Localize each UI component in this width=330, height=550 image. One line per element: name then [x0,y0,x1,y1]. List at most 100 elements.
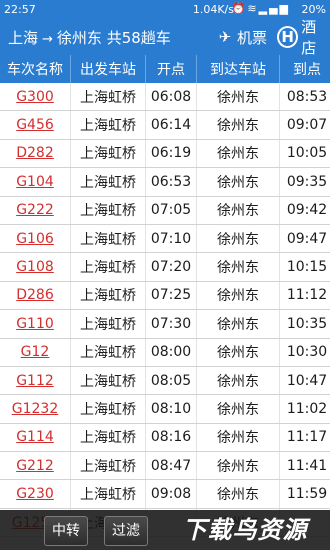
table-row[interactable]: G212 上海虹桥 08:47 徐州东 11:41 [0,451,330,481]
train-number[interactable]: G114 [0,423,71,453]
flight-label: 机票 [237,28,268,47]
arrival-time: 09:42 [279,196,330,225]
transfer-button[interactable]: 中转 [44,516,88,546]
arrival-time: 11:17 [279,423,330,453]
departure-station: 上海虹桥 [70,110,146,140]
departure-time: 06:14 [145,110,197,140]
departure-time: 07:20 [145,252,197,282]
departure-time: 06:08 [145,83,197,112]
departure-time: 08:47 [145,451,197,481]
train-number[interactable]: G230 [0,479,71,509]
arrival-station: 徐州东 [196,252,280,282]
train-number[interactable]: G222 [0,196,71,225]
departure-time: 07:10 [145,224,197,254]
arrival-time: 11:41 [279,451,330,481]
col-arrival-time[interactable]: 到点 [279,55,330,83]
train-number[interactable]: D282 [0,139,71,169]
table-row[interactable]: G456 上海虹桥 06:14 徐州东 09:07 [0,110,330,140]
train-number[interactable]: G110 [0,309,71,339]
train-number[interactable]: G104 [0,167,71,197]
arrival-time: 11:12 [279,281,330,311]
departure-station: 上海虹桥 [70,167,146,197]
signal-icon: ▂▄▆ [258,2,290,15]
train-number[interactable]: G456 [0,110,71,140]
departure-station: 上海虹桥 [70,139,146,169]
hotel-label: 酒店 [301,18,317,57]
arrival-time: 08:53 [279,83,330,112]
departure-time: 08:00 [145,338,197,367]
flight-button[interactable]: ✈ 机票 [216,26,267,48]
table-row[interactable]: G112 上海虹桥 08:05 徐州东 10:47 [0,366,330,396]
arrival-station: 徐州东 [196,281,280,311]
train-number[interactable]: G212 [0,451,71,481]
departure-station: 上海虹桥 [70,338,146,367]
table-row[interactable]: G106 上海虹桥 07:10 徐州东 09:47 [0,224,330,254]
arrival-station: 徐州东 [196,196,280,225]
table-row[interactable]: D282 上海虹桥 06:19 徐州东 10:05 [0,139,330,169]
train-number[interactable]: G12 [0,338,71,367]
departure-time: 06:19 [145,139,197,169]
arrival-station: 徐州东 [196,338,280,367]
departure-station: 上海虹桥 [70,252,146,282]
arrival-time: 10:30 [279,338,330,367]
hotel-button[interactable]: H 酒店 [277,18,330,57]
table-body: G300 上海虹桥 06:08 徐州东 08:53 G456 上海虹桥 06:14 徐州东 09:… [0,83,330,538]
col-arrival-station[interactable]: 到达车站 [196,55,280,83]
col-departure-station[interactable]: 出发车站 [70,55,146,83]
table-header-row: 车次名称 出发车站 开点 到达车站 到点 [0,55,330,83]
train-number[interactable]: G1232 [0,394,71,424]
col-train-name[interactable]: 车次名称 [0,55,71,83]
table-row[interactable]: G110 上海虹桥 07:30 徐州东 10:35 [0,309,330,339]
table-row[interactable]: D286 上海虹桥 07:25 徐州东 11:12 [0,281,330,311]
arrival-station: 徐州东 [196,139,280,169]
departure-time: 08:16 [145,423,197,453]
table-row[interactable]: G222 上海虹桥 07:05 徐州东 09:42 [0,196,330,225]
route-from: 上海 [8,29,39,47]
departure-time: 09:08 [145,479,197,509]
airplane-icon: ✈ [218,28,232,46]
table-row[interactable]: G12 上海虹桥 08:00 徐州东 10:30 [0,338,330,367]
watermark-logo: 下载鸟资源 [182,516,308,544]
table-row[interactable]: G300 上海虹桥 06:08 徐州东 08:53 [0,83,330,112]
route-to: 徐州东 [56,29,102,47]
arrival-time: 10:05 [279,139,330,169]
col-departure-time[interactable]: 开点 [145,55,197,83]
table-row[interactable]: G108 上海虹桥 07:20 徐州东 10:15 [0,252,330,282]
train-number[interactable]: G300 [0,83,71,112]
arrival-time: 10:15 [279,252,330,282]
train-number[interactable]: D286 [0,281,71,311]
departure-time: 07:25 [145,281,197,311]
train-table: 车次名称 出发车站 开点 到达车站 到点 G300 上海虹桥 06:08 徐州东 08:… [0,55,330,538]
departure-station: 上海虹桥 [70,394,146,424]
table-row[interactable]: G230 上海虹桥 09:08 徐州东 11:59 [0,479,330,509]
departure-time: 06:53 [145,167,197,197]
departure-station: 上海虹桥 [70,196,146,225]
arrival-station: 徐州东 [196,394,280,424]
departure-time: 08:10 [145,394,197,424]
arrival-station: 徐州东 [196,167,280,197]
train-number[interactable]: G112 [0,366,71,396]
wifi-icon: ≋ [247,2,259,15]
arrival-time: 09:07 [279,110,330,140]
train-number[interactable]: G106 [0,224,71,254]
arrival-time: 11:59 [279,479,330,509]
departure-station: 上海虹桥 [70,281,146,311]
arrival-station: 徐州东 [196,451,280,481]
table-row[interactable]: G114 上海虹桥 08:16 徐州东 11:17 [0,423,330,453]
battery-level: 20% [301,3,326,16]
departure-station: 上海虹桥 [70,309,146,339]
table-row[interactable]: G1232 上海虹桥 08:10 徐州东 11:02 [0,394,330,424]
arrival-station: 徐州东 [196,110,280,140]
alarm-icon: ⏰ [231,2,248,15]
train-number[interactable]: G108 [0,252,71,282]
departure-time: 07:30 [145,309,197,339]
filter-button[interactable]: 过滤 [104,516,148,546]
status-bar: 22:57 1.04K/s ⏰≋▂▄▆ 20% [0,0,330,19]
departure-station: 上海虹桥 [70,423,146,453]
route-title: 上海 → 徐州东 共58趟车 [8,27,171,48]
arrival-time: 09:35 [279,167,330,197]
arrival-station: 徐州东 [196,479,280,509]
app-header: 上海 → 徐州东 共58趟车 ✈ 机票 H 酒店 [0,18,330,57]
network-speed: 1.04K/s [192,3,234,16]
table-row[interactable]: G104 上海虹桥 06:53 徐州东 09:35 [0,167,330,197]
